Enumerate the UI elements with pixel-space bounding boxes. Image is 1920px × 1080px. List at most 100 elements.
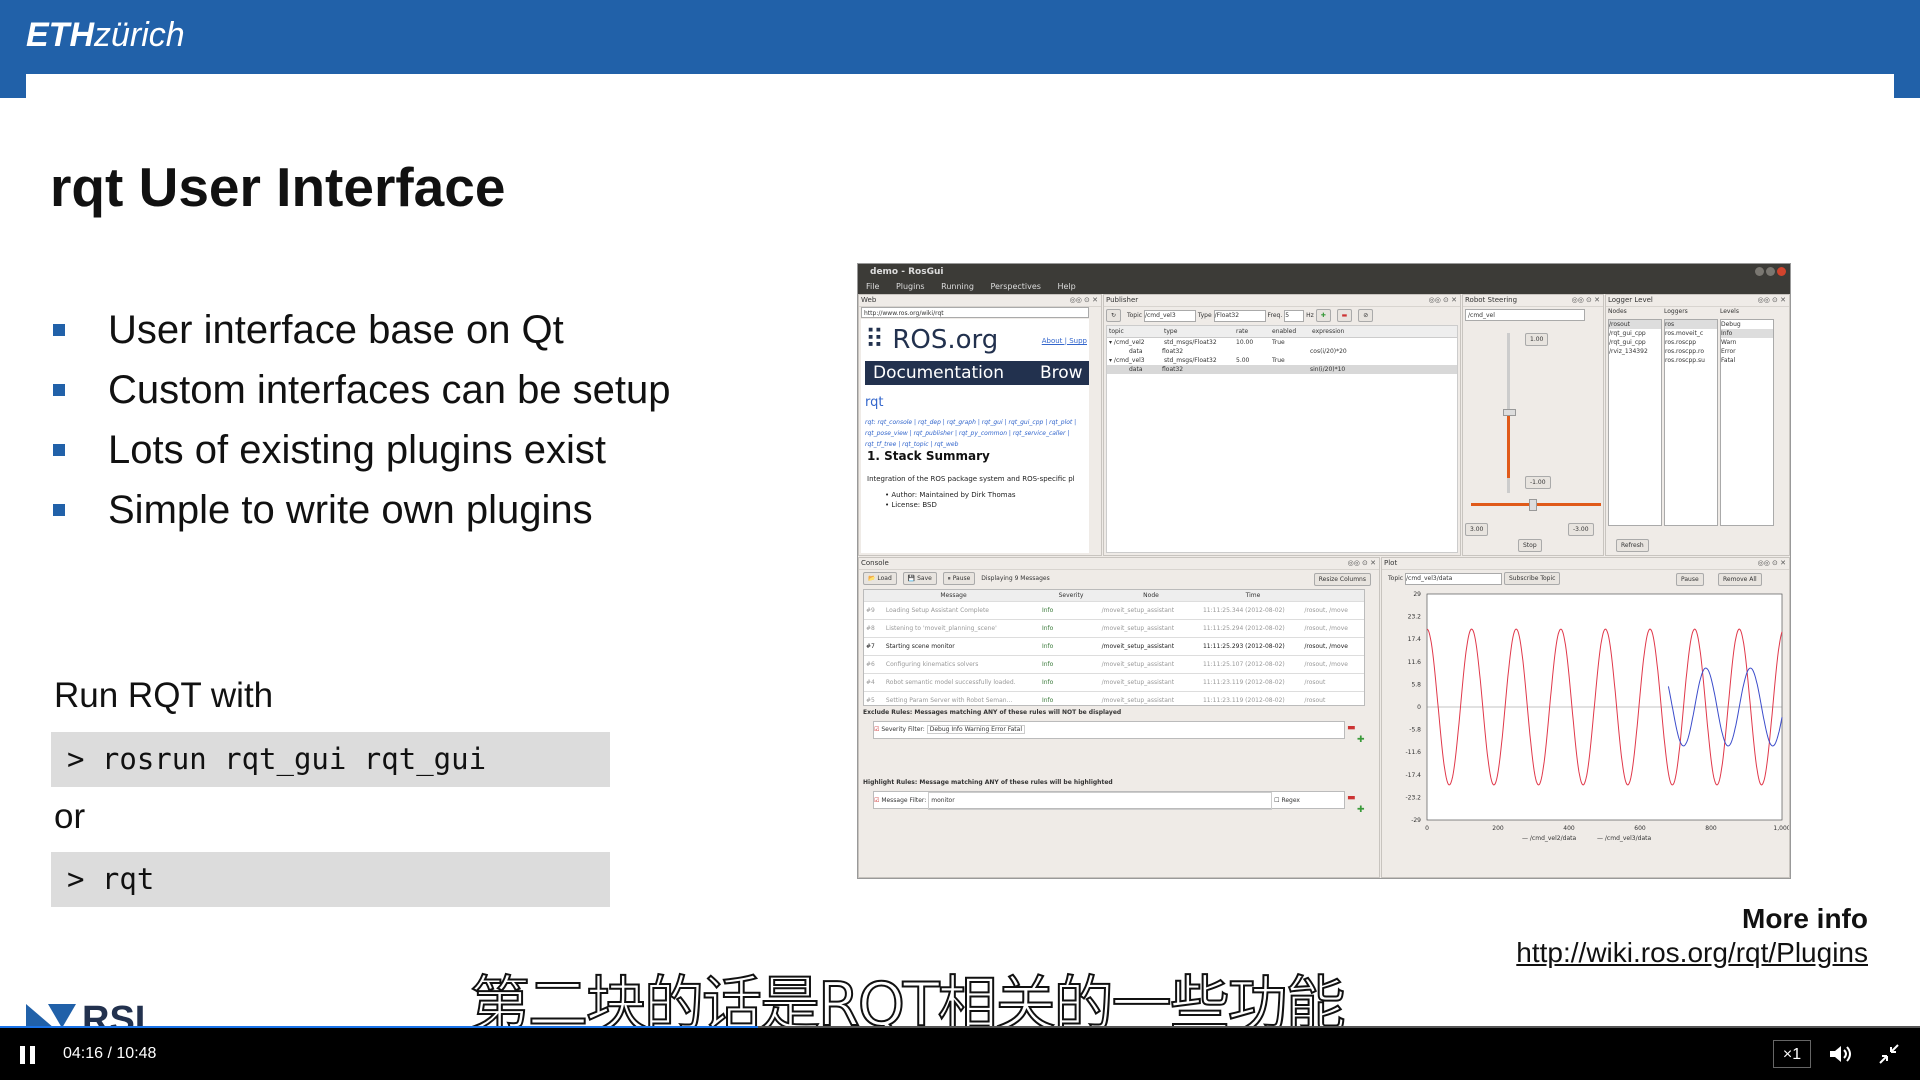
stop-button[interactable]: Stop	[1518, 539, 1542, 552]
refresh-icon[interactable]: ↻	[1106, 309, 1122, 322]
robot-steering-pane: Robot Steering ◎◎ ⊙ ✕ /cmd_vel 1.00 -1.00…	[1462, 294, 1604, 556]
ros-top-links[interactable]: About | Supp	[1042, 337, 1087, 345]
close-icon	[1777, 267, 1786, 276]
plot-pane-title: Plot ◎◎ ⊙ ✕	[1382, 558, 1789, 570]
remove-highlight-icon[interactable]: ▬	[1347, 793, 1356, 803]
legend-item: — /cmd_vel3/data	[1597, 835, 1651, 842]
list-item[interactable]: ros.roscpp.ro	[1665, 347, 1717, 356]
table-row[interactable]: ▾ /cmd_vel3 std_msgs/Float32 5.00 True	[1107, 356, 1457, 365]
regex-checkbox[interactable]: ☐ Regex	[1274, 797, 1300, 804]
nav-documentation[interactable]: Documentation	[873, 363, 1004, 383]
list-item[interactable]: ros.roscpp	[1665, 338, 1717, 347]
console-table: Message Severity Node Time #9 Loading Set…	[863, 589, 1365, 706]
menu-plugins[interactable]: Plugins	[896, 282, 925, 291]
menu-file[interactable]: File	[866, 282, 879, 291]
pause-icon[interactable]	[20, 1046, 36, 1064]
table-row[interactable]: data float32 cos(i/20)*20	[1107, 347, 1457, 356]
table-cell: 11:11:25.294 (2012-08-02)	[1202, 625, 1285, 632]
list-item[interactable]: ros.roscpp.su	[1665, 356, 1717, 365]
y-tick-label: -11.6	[1405, 749, 1421, 756]
list-item[interactable]: /rqt_gui_cpp	[1609, 329, 1661, 338]
plot-pause-button[interactable]: Pause	[1676, 573, 1704, 586]
resize-columns-button[interactable]: Resize Columns	[1313, 573, 1371, 586]
table-row[interactable]: #7 Starting scene monitor Info/moveit_setu…	[864, 638, 1364, 656]
severity-filter-list[interactable]: Debug Info Warning Error Fatal	[926, 725, 1025, 734]
bullet-square-icon	[53, 504, 65, 516]
list-item[interactable]: /rosout	[1609, 320, 1661, 329]
command-box-rqt: > rqt	[51, 852, 610, 907]
table-row[interactable]: #8 Listening to 'moveit_planning_scene' In…	[864, 620, 1364, 638]
pane-controls-icon[interactable]: ◎◎ ⊙ ✕	[1429, 295, 1457, 306]
message-filter-input[interactable]: monitor	[928, 792, 1273, 810]
list-item[interactable]: Fatal	[1721, 356, 1773, 365]
exit-fullscreen-icon[interactable]	[1878, 1043, 1900, 1065]
linear-slider-handle[interactable]	[1503, 409, 1516, 416]
table-cell: Info	[1041, 661, 1054, 668]
y-tick-label: 23.2	[1408, 614, 1422, 621]
list-item[interactable]: /rqt_gui_cpp	[1609, 338, 1661, 347]
add-filter-icon[interactable]: ✚	[1357, 735, 1365, 745]
run-label: Run RQT with	[54, 676, 274, 715]
publisher-table-header: topic type rate enabled expression	[1107, 326, 1457, 338]
list-item[interactable]: Warn	[1721, 338, 1773, 347]
nav-browse[interactable]: Brow	[1040, 361, 1083, 385]
y-tick-label: 11.6	[1408, 659, 1422, 666]
web-url-field[interactable]: http://www.ros.org/wiki/rqt	[861, 307, 1089, 318]
remove-all-button[interactable]: Remove All	[1718, 573, 1762, 586]
table-row[interactable]: #9 Loading Setup Assistant Complete Info/m…	[864, 602, 1364, 620]
publisher-freq-select[interactable]: 5	[1284, 310, 1305, 322]
plot-topic-input[interactable]: /cmd_vel3/data	[1405, 573, 1503, 585]
subscribe-topic-button[interactable]: Subscribe Topic	[1503, 572, 1561, 585]
list-item[interactable]: Error	[1721, 347, 1773, 356]
publisher-type-select[interactable]: /Float32	[1213, 310, 1266, 322]
add-highlight-icon[interactable]: ✚	[1357, 805, 1365, 815]
angular-slider-handle[interactable]	[1529, 499, 1537, 511]
list-item[interactable]: ros	[1665, 320, 1717, 329]
rqt-package-links[interactable]: rqt: rqt_console | rqt_dep | rqt_graph |…	[865, 417, 1087, 450]
stack-summary-text: Integration of the ROS package system an…	[867, 475, 1075, 509]
nodes-list: /rosout /rqt_gui_cpp /rqt_gui_cpp /rviz_…	[1608, 319, 1662, 526]
table-cell: #7	[866, 643, 875, 650]
publisher-topic-select[interactable]: /cmd_vel3	[1143, 310, 1196, 322]
linear-slider-fill	[1507, 413, 1510, 478]
list-item[interactable]: Info	[1721, 329, 1773, 338]
table-row[interactable]: #6 Configuring kinematics solvers Info/mov…	[864, 656, 1364, 674]
pane-controls-icon[interactable]: ◎◎ ⊙ ✕	[1758, 295, 1786, 306]
table-row[interactable]: ▾ /cmd_vel2 std_msgs/Float32 10.00 True	[1107, 338, 1457, 347]
checkbox-icon[interactable]: ☑	[874, 726, 879, 733]
publisher-toolbar: ↻ Topic /cmd_vel3 Type /Float32 Freq. 5 …	[1106, 309, 1458, 323]
publisher-pane-title: Publisher ◎◎ ⊙ ✕	[1104, 295, 1460, 307]
table-cell: #4	[866, 679, 875, 686]
playback-speed-button[interactable]: ×1	[1773, 1040, 1811, 1068]
menu-help[interactable]: Help	[1058, 282, 1076, 291]
save-button[interactable]: 💾 Save	[902, 572, 937, 585]
bullet-item: Simple to write own plugins	[50, 480, 671, 540]
menu-running[interactable]: Running	[941, 282, 974, 291]
remove-filter-icon[interactable]: ▬	[1347, 723, 1356, 733]
refresh-button[interactable]: Refresh	[1616, 539, 1649, 552]
checkbox-icon[interactable]: ☑	[874, 797, 879, 804]
clear-icon[interactable]: ⊘	[1358, 309, 1374, 322]
more-info-link[interactable]: http://wiki.ros.org/rqt/Plugins	[1516, 937, 1868, 969]
list-item[interactable]: ros.moveit_c	[1665, 329, 1717, 338]
pane-controls-icon[interactable]: ◎◎ ⊙ ✕	[1348, 558, 1376, 569]
load-button[interactable]: 📂 Load	[863, 572, 897, 585]
table-row[interactable]: #5 Setting Param Server with Robot Seman.…	[864, 692, 1364, 705]
pause-button[interactable]: ⏸ Pause	[942, 572, 976, 585]
menu-perspectives[interactable]: Perspectives	[990, 282, 1041, 291]
pane-controls-icon[interactable]: ◎◎ ⊙ ✕	[1758, 558, 1786, 569]
v-min-label: -1.00	[1525, 476, 1551, 489]
pane-controls-icon[interactable]: ◎◎ ⊙ ✕	[1070, 295, 1098, 306]
table-row[interactable]: #4 Robot semantic model successfully load…	[864, 674, 1364, 692]
list-item[interactable]: /rviz_134392	[1609, 347, 1661, 356]
pane-controls-icon[interactable]: ◎◎ ⊙ ✕	[1572, 295, 1600, 306]
add-publisher-icon[interactable]: ✚	[1315, 309, 1331, 322]
list-item[interactable]: Debug	[1721, 320, 1773, 329]
rosgui-menubar: File Plugins Running Perspectives Help	[858, 280, 1790, 294]
x-tick-label: 0	[1425, 825, 1429, 832]
remove-publisher-icon[interactable]: ▬	[1336, 309, 1353, 322]
bullet-square-icon	[53, 384, 65, 396]
table-row[interactable]: data float32 sin(i/20)*10	[1107, 365, 1457, 374]
volume-icon[interactable]	[1828, 1044, 1854, 1064]
steering-topic-field[interactable]: /cmd_vel	[1465, 309, 1585, 321]
